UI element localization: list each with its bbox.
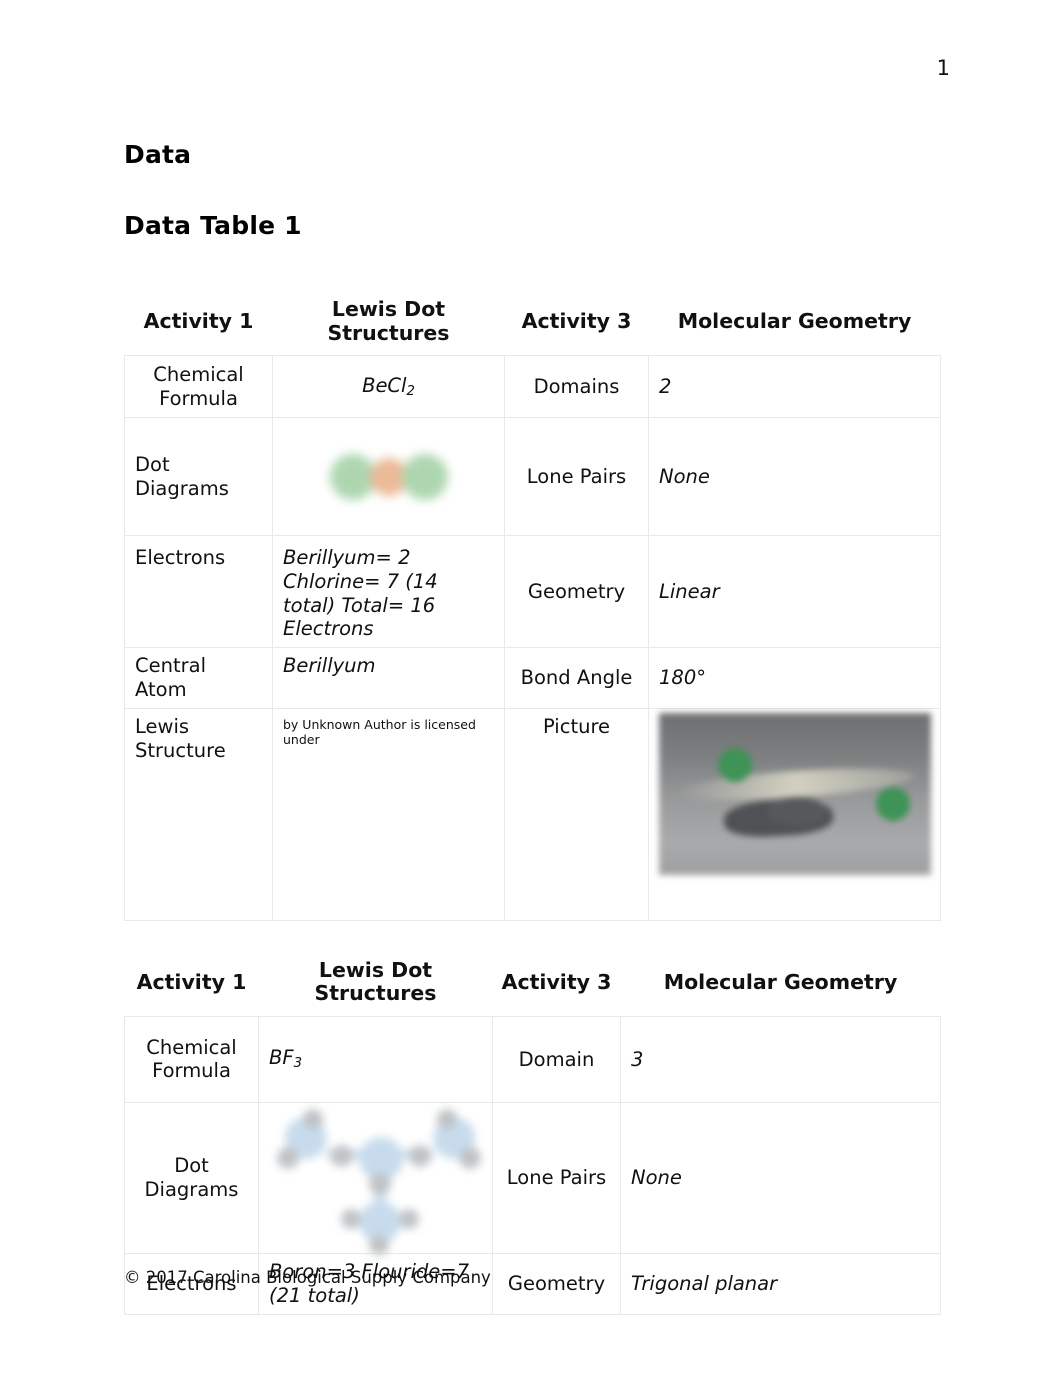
value-lone-pairs: None: [620, 1101, 941, 1254]
data-table-2: Activity 1 Lewis Dot Structures Activity…: [124, 950, 941, 1315]
image-attribution-caption: by Unknown Author is licensed under: [283, 716, 476, 748]
row-label-geometry: Geometry: [492, 1252, 621, 1315]
table-row: Central Atom Berillyum Bond Angle 180°: [124, 647, 941, 709]
data-table-1-heading: Data Table 1: [124, 211, 302, 240]
becl2-molecular-model-photo: [658, 712, 931, 875]
row-label-domains: Domains: [504, 355, 649, 419]
value-geometry: Linear: [648, 535, 941, 649]
document-content: Data Data Table 1 Activity 1 Lewis Dot S…: [124, 140, 941, 1315]
bf3-lewis-dot-diagram-image: [269, 1108, 489, 1255]
table-row: Dot Diagrams Lone Pairs None: [124, 1101, 941, 1255]
data-table-1: Activity 1 Lewis Dot Structures Activity…: [124, 290, 941, 921]
formula-subscript: 3: [293, 1056, 303, 1072]
cell-bf3-dot-diagram: [258, 1101, 493, 1255]
row-label-picture: Picture: [504, 707, 649, 921]
value-lone-pairs: None: [648, 417, 941, 537]
value-domains: 2: [648, 355, 941, 419]
header-activity-1: Activity 1: [124, 290, 273, 357]
row-label-chemical-formula: Chemical Formula: [124, 355, 273, 419]
table-1-wrapper: Activity 1 Lewis Dot Structures Activity…: [124, 290, 941, 921]
table-row: Dot Diagrams Lone Pairs None: [124, 417, 941, 537]
table-row: Chemical Formula BeCl2 Domains 2: [124, 355, 941, 419]
formula-text: BF: [269, 1046, 294, 1070]
value-domain: 3: [620, 1015, 941, 1103]
section-heading: Data: [124, 140, 192, 169]
cell-lewis-structure-caption: by Unknown Author is licensed under: [272, 707, 505, 921]
table-2-header-row: Activity 1 Lewis Dot Structures Activity…: [124, 950, 941, 1017]
row-label-geometry: Geometry: [504, 535, 649, 649]
table-row: Chemical Formula BF3 Domain 3: [124, 1015, 941, 1103]
header-activity-1: Activity 1: [124, 950, 259, 1017]
header-lewis-dot-structures: Lewis Dot Structures: [258, 950, 493, 1017]
row-label-central-atom: Central Atom: [124, 647, 273, 709]
cell-becl2-dot-diagram: [272, 417, 505, 537]
row-label-dot-diagrams: Dot Diagrams: [124, 1101, 259, 1254]
table-row: Lewis Structure by Unknown Author is lic…: [124, 707, 941, 921]
header-lewis-dot-structures: Lewis Dot Structures: [272, 290, 505, 357]
row-label-chemical-formula: Chemical Formula: [124, 1015, 259, 1103]
value-electrons: Berillyum= 2 Chlorine= 7 (14 total) Tota…: [272, 535, 505, 649]
row-label-lone-pairs: Lone Pairs: [504, 417, 649, 537]
value-bond-angle: 180°: [648, 647, 941, 709]
value-chemical-formula: BF3: [258, 1015, 493, 1103]
row-label-domain: Domain: [492, 1015, 621, 1103]
becl2-dot-diagram-image: [329, 451, 448, 503]
header-molecular-geometry: Molecular Geometry: [620, 950, 941, 1017]
formula-text: BeCl: [362, 373, 407, 397]
table-row: Electrons Berillyum= 2 Chlorine= 7 (14 t…: [124, 535, 941, 649]
page-footer: © 2017 Carolina Biological Supply Compan…: [124, 1268, 491, 1287]
value-chemical-formula: BeCl2: [272, 355, 505, 419]
row-label-bond-angle: Bond Angle: [504, 647, 649, 709]
row-label-electrons: Electrons: [124, 535, 273, 649]
cell-becl2-photo: [648, 707, 941, 921]
row-label-dot-diagrams: Dot Diagrams: [124, 417, 273, 537]
row-label-lewis-structure: Lewis Structure: [124, 707, 273, 921]
page-number: 1: [936, 56, 950, 80]
value-central-atom: Berillyum: [272, 647, 505, 709]
formula-subscript: 2: [406, 383, 415, 399]
row-label-lone-pairs: Lone Pairs: [492, 1101, 621, 1254]
table-1-header-row: Activity 1 Lewis Dot Structures Activity…: [124, 290, 941, 357]
header-molecular-geometry: Molecular Geometry: [648, 290, 941, 357]
header-activity-3: Activity 3: [492, 950, 621, 1017]
header-activity-3: Activity 3: [504, 290, 649, 357]
value-geometry: Trigonal planar: [620, 1252, 941, 1315]
